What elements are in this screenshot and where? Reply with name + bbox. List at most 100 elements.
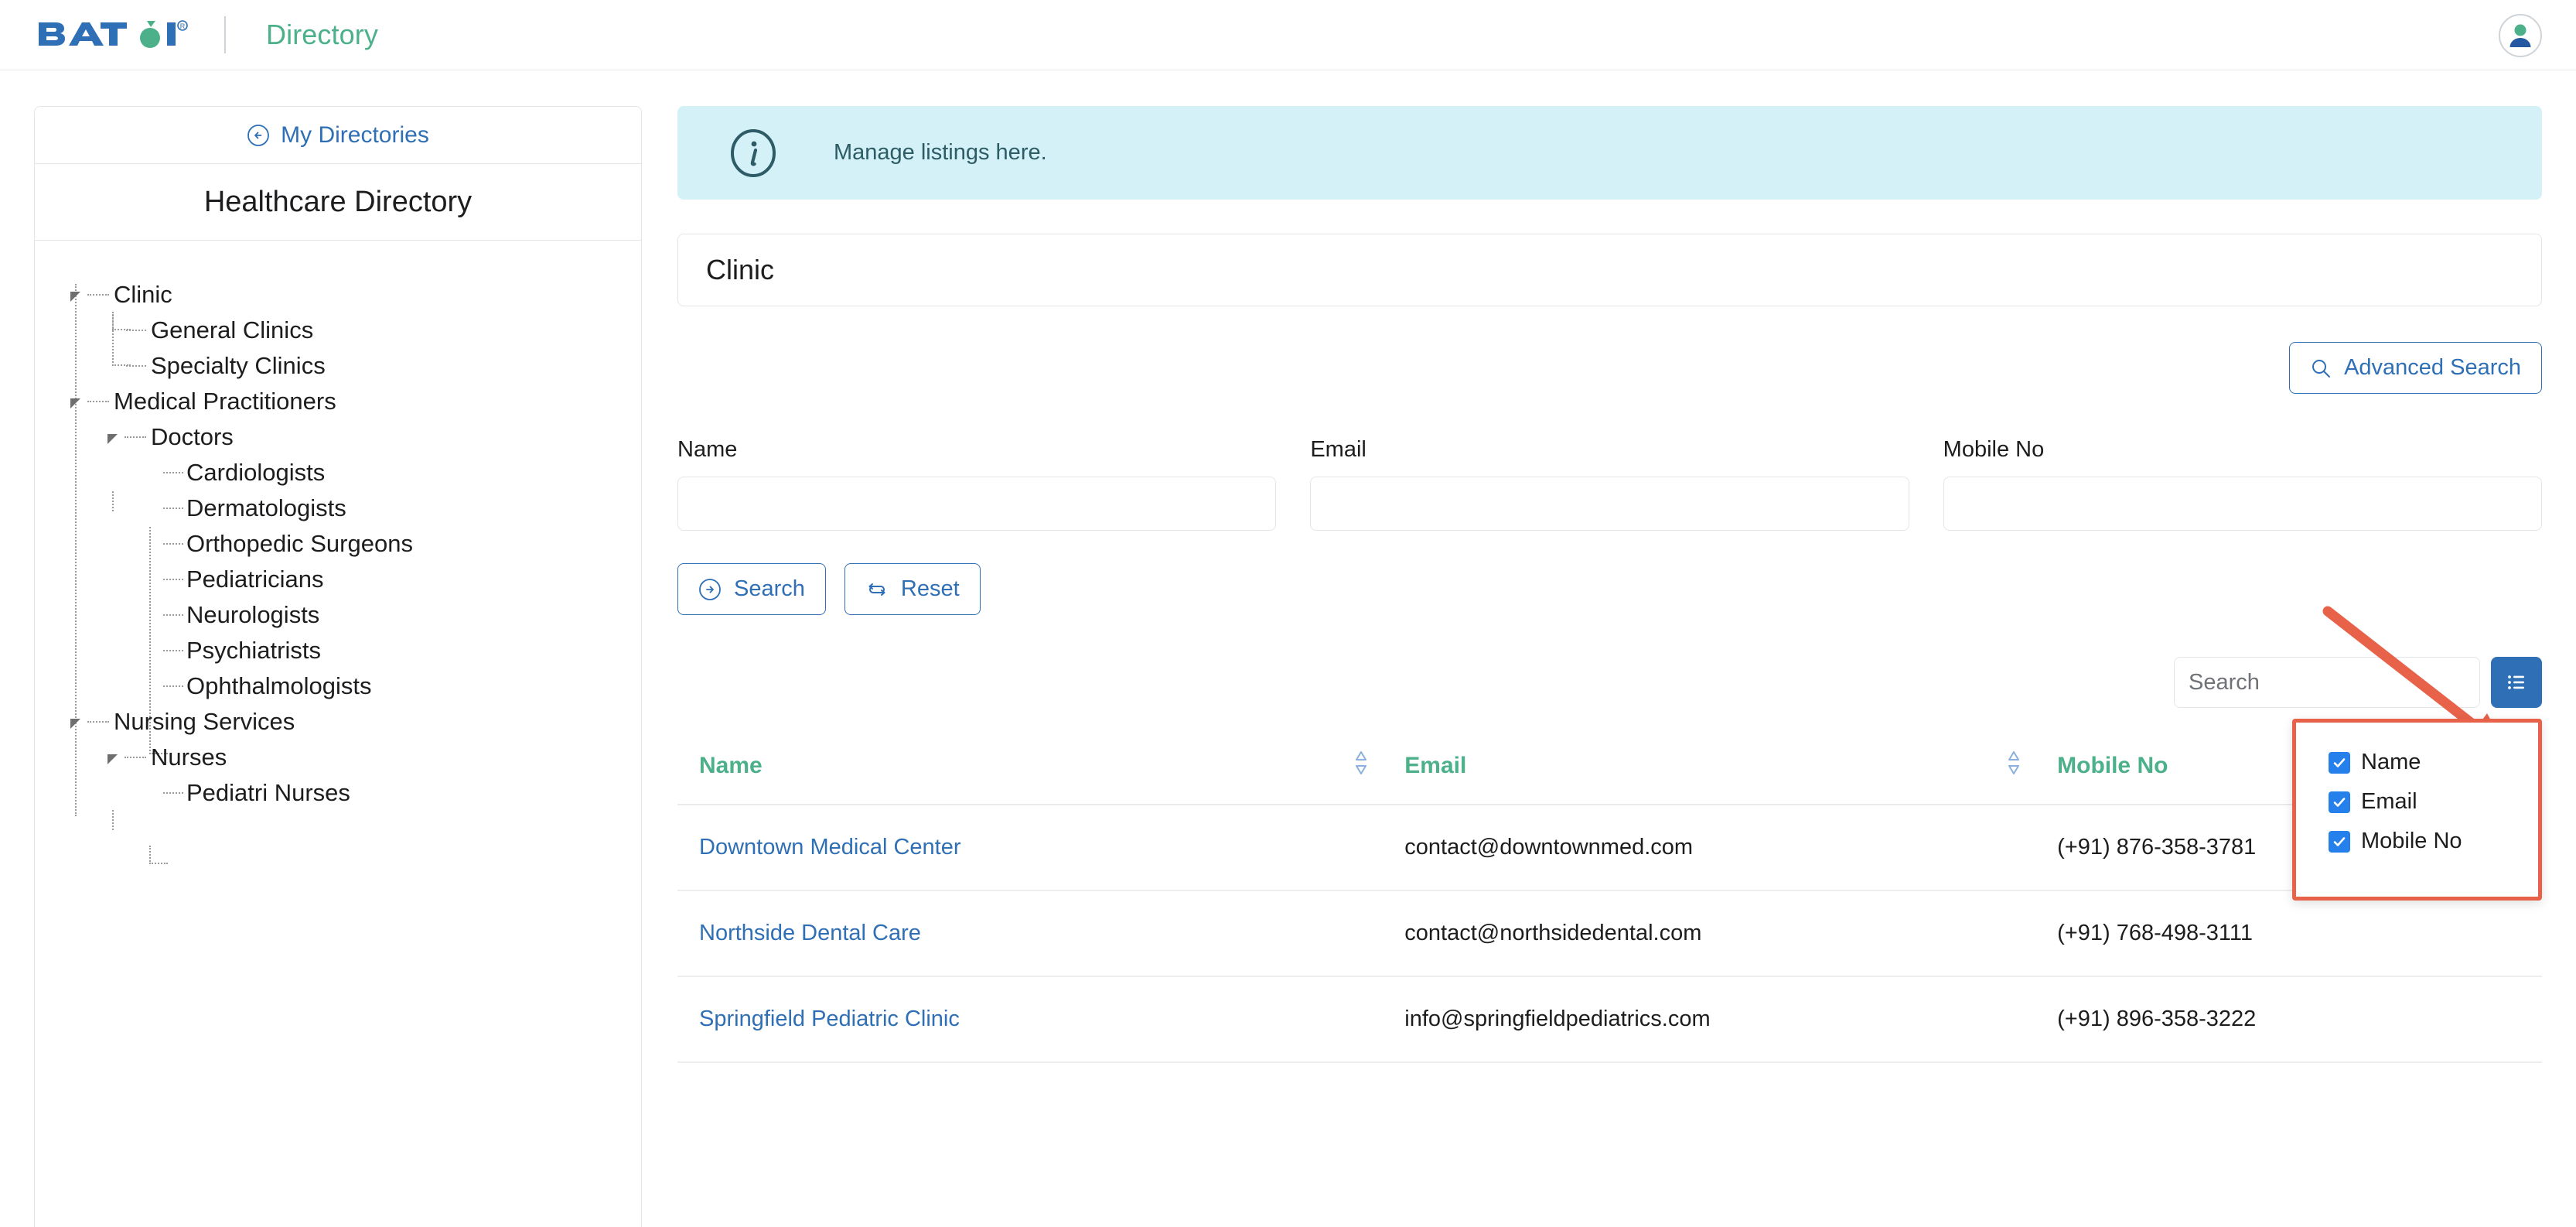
user-avatar-icon	[2509, 24, 2531, 47]
tree-dash	[163, 650, 183, 651]
checkbox-checked-icon[interactable]	[2329, 751, 2350, 774]
tree-dash	[163, 508, 183, 509]
checkbox-checked-icon[interactable]	[2329, 791, 2350, 813]
column-toggle-email-label: Email	[2361, 789, 2417, 814]
email-field[interactable]	[1310, 477, 1909, 531]
column-header-mobile-label: Mobile No	[2057, 753, 2168, 778]
name-field-label: Name	[677, 437, 738, 462]
tree-item-label: Neurologists	[186, 600, 320, 628]
table-row[interactable]: Downtown Medical Center contact@downtown…	[677, 805, 2542, 891]
tree-item[interactable]: Psychiatrists	[35, 632, 641, 668]
tree-item-label: Pediatricians	[186, 565, 324, 593]
mobile-field[interactable]	[1943, 477, 2542, 531]
listing-name-link[interactable]: Downtown Medical Center	[699, 835, 960, 860]
info-banner-text: Manage listings here.	[834, 140, 1047, 165]
tree-item[interactable]: Clinic	[35, 276, 641, 312]
app-name-label: Directory	[266, 19, 378, 50]
tree-item[interactable]: Orthopedic Surgeons	[35, 525, 641, 561]
search-button-label: Search	[734, 576, 805, 601]
tree-item-label: General Clinics	[151, 316, 314, 343]
tree-item[interactable]: Nurses	[35, 739, 641, 774]
tree-caret-icon[interactable]	[107, 434, 118, 444]
table-row[interactable]: Northside Dental Care contact@northsided…	[677, 890, 2542, 977]
filter-field-mobile: Mobile No	[1943, 437, 2542, 531]
tree-item[interactable]: Medical Practitioners	[35, 383, 641, 419]
name-field[interactable]	[677, 477, 1277, 531]
circle-arrow-right-icon	[699, 578, 721, 600]
page-title-panel: Clinic	[677, 234, 2542, 306]
table-body: Downtown Medical Center contact@downtown…	[677, 805, 2542, 1063]
tree-item[interactable]: Pediatricians	[35, 561, 641, 596]
column-header-name[interactable]: Name	[677, 739, 1405, 805]
tree-item[interactable]: Dermatologists	[35, 490, 641, 525]
column-toggle-button[interactable]	[2491, 657, 2542, 708]
my-directories-section: My Directories	[35, 107, 641, 164]
mobile-field-label: Mobile No	[1943, 437, 2045, 462]
sort-updown-icon[interactable]	[1353, 750, 1369, 782]
tree-elbow	[149, 846, 168, 864]
table-head: Name Email Mobile No	[677, 739, 2542, 805]
tree-dash	[126, 365, 146, 367]
email-field-label: Email	[1310, 437, 1366, 462]
column-header-email[interactable]: Email	[1404, 739, 2058, 805]
tree-item[interactable]: Cardiologists	[35, 454, 641, 490]
column-toggle-name[interactable]: Name	[2296, 743, 2538, 782]
tree-dash	[163, 685, 183, 687]
category-tree: Clinic General Clinics Specialty Clinics	[35, 241, 641, 864]
tree-root: Clinic General Clinics Specialty Clinics	[35, 276, 641, 810]
tree-caret-icon[interactable]	[70, 398, 80, 408]
brand-logo[interactable]: R	[37, 18, 189, 52]
advanced-search-label: Advanced Search	[2344, 355, 2521, 380]
tree-item-label: Nursing Services	[114, 707, 295, 735]
listing-mobile: (+91) 768-498-3111	[2057, 921, 2253, 945]
advanced-search-button[interactable]: Advanced Search	[2289, 342, 2542, 394]
column-toggle-mobile[interactable]: Mobile No	[2296, 822, 2538, 861]
tree-dash	[163, 614, 183, 616]
tree-caret-icon[interactable]	[70, 292, 80, 302]
tree-item[interactable]: Pediatri Nurses	[35, 774, 641, 810]
info-circle-icon	[731, 128, 776, 177]
column-toggle-email[interactable]: Email	[2296, 782, 2538, 822]
header-divider	[224, 16, 226, 53]
tree-item[interactable]: General Clinics	[35, 312, 641, 347]
reset-button-label: Reset	[900, 576, 960, 601]
tree-item-label: Psychiatrists	[186, 636, 321, 664]
tree-item[interactable]: Neurologists	[35, 596, 641, 632]
search-icon	[2312, 359, 2331, 378]
listing-email: contact@northsidedental.com	[1404, 921, 1702, 945]
tree-item[interactable]: Ophthalmologists	[35, 668, 641, 703]
my-directories-link[interactable]: My Directories	[247, 122, 429, 149]
svg-text:R: R	[180, 22, 186, 30]
sort-updown-icon[interactable]	[2006, 750, 2022, 782]
advanced-search-row: Advanced Search	[677, 342, 2542, 394]
listing-name-link[interactable]: Springfield Pediatric Clinic	[699, 1007, 960, 1031]
tree-item-label: Pediatri Nurses	[186, 778, 350, 806]
directory-title-section: Healthcare Directory	[35, 164, 641, 241]
tree-item-label: Nurses	[151, 743, 227, 771]
main-content: Manage listings here. Clinic Advanced Se…	[677, 106, 2542, 1063]
avatar[interactable]	[2499, 14, 2542, 57]
listing-name-link[interactable]: Northside Dental Care	[699, 921, 921, 945]
tree-item[interactable]: Doctors	[35, 419, 641, 454]
tree-caret-icon[interactable]	[70, 719, 80, 729]
tree-item-label: Orthopedic Surgeons	[186, 529, 413, 557]
tree-guide-line	[112, 810, 114, 830]
tree-dash	[87, 721, 109, 723]
search-button[interactable]: Search	[677, 563, 826, 615]
column-header-name-label: Name	[699, 753, 763, 778]
my-directories-label: My Directories	[281, 121, 429, 148]
tree-dash	[163, 579, 183, 580]
tree-item[interactable]: Specialty Clinics	[35, 347, 641, 383]
filter-fields: Name Email Mobile No	[677, 437, 2542, 531]
tree-caret-icon[interactable]	[107, 754, 118, 764]
column-toggle-name-label: Name	[2361, 750, 2421, 774]
checkbox-checked-icon[interactable]	[2329, 830, 2350, 853]
tree-item[interactable]: Nursing Services	[35, 703, 641, 739]
tree-dash	[126, 330, 146, 331]
filter-actions: Search Reset	[677, 563, 2542, 615]
tree-item-label: Cardiologists	[186, 458, 326, 486]
reset-button[interactable]: Reset	[844, 563, 981, 615]
search-input[interactable]	[2174, 657, 2480, 708]
table-row[interactable]: Springfield Pediatric Clinic info@spring…	[677, 976, 2542, 1063]
directory-title: Healthcare Directory	[203, 185, 473, 218]
